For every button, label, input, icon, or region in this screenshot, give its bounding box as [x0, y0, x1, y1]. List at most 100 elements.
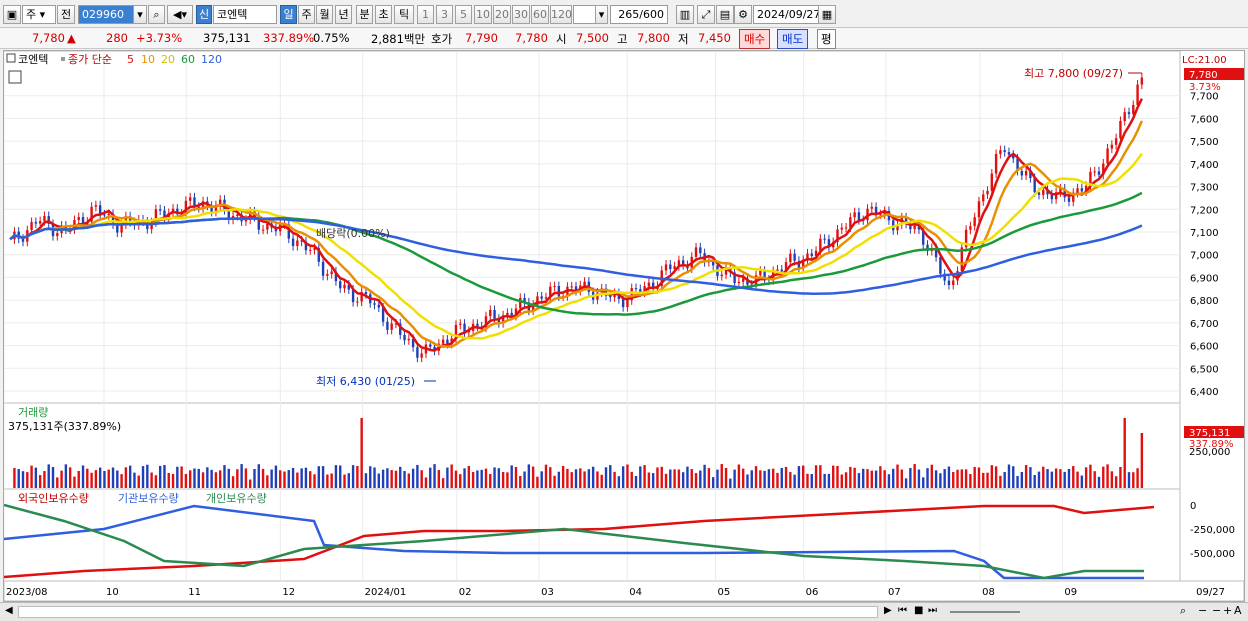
- calculator-icon[interactable]: [8, 70, 22, 84]
- period-week[interactable]: 주: [298, 5, 315, 24]
- period-day[interactable]: 일: [280, 5, 297, 24]
- market-label: 주: [26, 8, 37, 21]
- interval-30[interactable]: 30: [512, 5, 530, 24]
- volume-bar: [484, 468, 488, 488]
- interval-3[interactable]: 3: [436, 5, 453, 24]
- volume-bar: [1016, 476, 1019, 488]
- candle-body: [540, 296, 543, 299]
- market-select[interactable]: 주 ▾: [22, 5, 56, 24]
- x-tick-label: 07: [888, 587, 901, 598]
- candle-body: [416, 347, 419, 358]
- volume-bar: [930, 464, 934, 488]
- play-icon[interactable]: ▶: [884, 605, 892, 616]
- candle-body: [1127, 112, 1131, 115]
- speaker-icon[interactable]: ◀▾: [167, 5, 193, 24]
- volume-bar: [446, 467, 449, 488]
- zoom-in-icon[interactable]: +: [1223, 604, 1232, 617]
- draw-icon[interactable]: ⤢: [697, 5, 715, 24]
- y-tick-label: 7,700: [1190, 92, 1219, 103]
- interval-10[interactable]: 10: [474, 5, 492, 24]
- zoom-slider[interactable]: [950, 611, 1020, 613]
- volume-bar: [133, 472, 136, 488]
- volume-bar: [296, 472, 299, 488]
- stop-icon[interactable]: ■: [914, 605, 923, 616]
- forward-icon[interactable]: ⏭: [928, 605, 937, 616]
- candle-body: [21, 238, 25, 242]
- search-icon[interactable]: ⌕: [148, 5, 165, 24]
- candle-icon[interactable]: ▥: [676, 5, 694, 24]
- candle-body: [759, 270, 762, 276]
- x-tick-label: 09: [1064, 587, 1077, 598]
- period-year[interactable]: 년: [335, 5, 352, 24]
- save-icon[interactable]: ▤: [716, 5, 734, 24]
- volume-bar: [604, 467, 608, 488]
- eval-button[interactable]: 평: [817, 29, 836, 49]
- volume-bar: [583, 471, 586, 488]
- dropdown-icon[interactable]: ▾: [133, 5, 147, 24]
- volume-bar: [429, 467, 432, 488]
- new-button[interactable]: 신: [196, 5, 212, 24]
- candle-body: [296, 240, 299, 247]
- volume-bar: [94, 470, 98, 488]
- volume-bar: [1042, 466, 1045, 488]
- volume-bar: [857, 473, 861, 488]
- period-tick[interactable]: 틱: [394, 5, 414, 24]
- volume-bar: [1024, 465, 1028, 488]
- volume-bar: [236, 469, 239, 488]
- scroll-left-icon[interactable]: ◀: [5, 605, 13, 616]
- legend-ma10: 10: [141, 53, 155, 66]
- period-second[interactable]: 초: [375, 5, 392, 24]
- volume-bar: [497, 468, 501, 488]
- zoom-out-icon[interactable]: −: [1198, 604, 1207, 617]
- volume-bar: [287, 470, 290, 488]
- candle-body: [403, 334, 406, 341]
- minus-icon[interactable]: −: [1212, 604, 1221, 617]
- candle-body: [30, 222, 33, 231]
- date-field[interactable]: 2024/09/27: [753, 5, 820, 24]
- volume-bar: [158, 465, 162, 488]
- candle-body: [553, 286, 556, 288]
- x-tick-label: 05: [717, 587, 730, 598]
- volume-bar: [570, 472, 573, 488]
- code-input[interactable]: 029960: [78, 5, 136, 24]
- stock-name-field[interactable]: 코엔텍: [213, 5, 277, 24]
- interval-5[interactable]: 5: [455, 5, 472, 24]
- prev-button[interactable]: 전: [57, 5, 75, 24]
- data-count-field[interactable]: 265/600: [610, 5, 668, 24]
- candle-body: [519, 297, 522, 309]
- chart-container[interactable]: 7,700 7,600 7,500 7,400 7,300 7,200 7,100 7,000…: [3, 50, 1245, 602]
- rewind-icon[interactable]: ⏮: [898, 605, 907, 616]
- bottom-scrollbar[interactable]: ◀ ▶ ⏮ ■ ⏭ ⌕ − − + A: [0, 602, 1248, 621]
- volume-bar: [973, 466, 976, 488]
- interval-20[interactable]: 20: [493, 5, 511, 24]
- y-tick-label: 6,900: [1190, 273, 1219, 284]
- volume-bar: [227, 468, 230, 488]
- volume-bar: [317, 466, 320, 488]
- buy-button[interactable]: 매수: [739, 29, 771, 49]
- interval-120[interactable]: 120: [550, 5, 572, 24]
- candle-body: [429, 344, 432, 347]
- font-icon[interactable]: A: [1234, 604, 1242, 617]
- interval-1[interactable]: 1: [417, 5, 434, 24]
- chart-svg[interactable]: 7,700 7,600 7,500 7,400 7,300 7,200 7,100 7,000…: [3, 50, 1245, 602]
- volume-bar: [210, 469, 213, 488]
- interval-60[interactable]: 60: [531, 5, 549, 24]
- sell-button[interactable]: 매도: [777, 29, 809, 49]
- volume-bar: [810, 474, 813, 488]
- candle-body: [1093, 171, 1096, 173]
- window-icon[interactable]: ▣: [3, 5, 21, 24]
- scroll-track[interactable]: [18, 606, 878, 618]
- volume-bar: [720, 464, 723, 488]
- gear-icon[interactable]: ⚙: [734, 5, 752, 24]
- chevron-down-icon[interactable]: ▾: [595, 5, 608, 24]
- zoom-icon[interactable]: ⌕: [1180, 604, 1186, 618]
- calendar-icon[interactable]: ▦: [818, 5, 836, 24]
- volume-bar: [330, 473, 333, 488]
- volume-bar: [651, 473, 655, 488]
- period-minute[interactable]: 분: [356, 5, 373, 24]
- volume-bar: [1072, 466, 1075, 488]
- volume-bar: [420, 470, 423, 488]
- volume-value: 375,131: [203, 31, 251, 45]
- period-month[interactable]: 월: [316, 5, 333, 24]
- candle-body: [1020, 170, 1024, 176]
